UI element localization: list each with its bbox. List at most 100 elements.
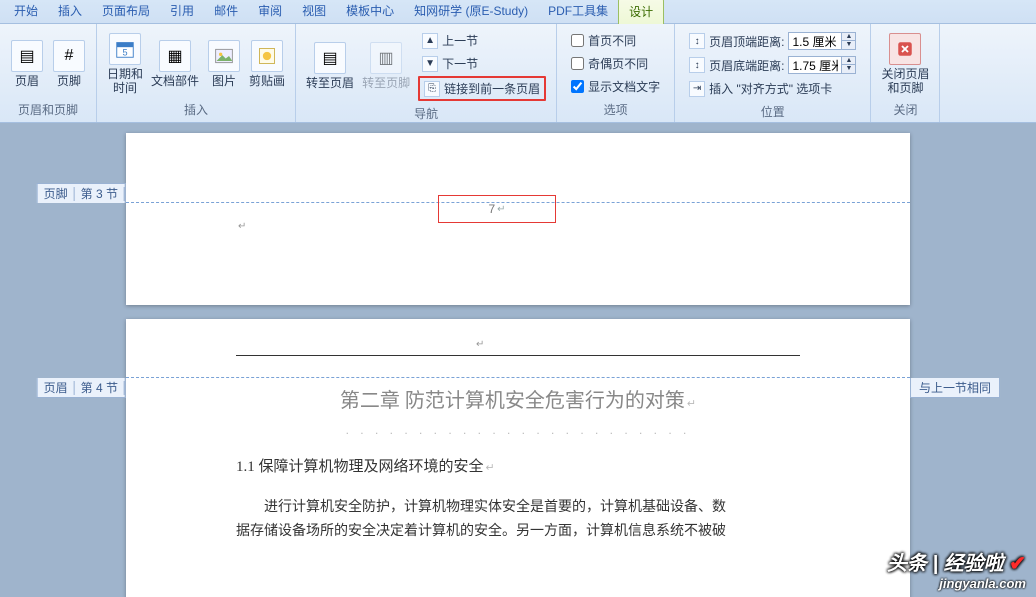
same-as-previous-tag: 与上一节相同: [910, 378, 1000, 398]
document-canvas[interactable]: 页脚 第 3 节 7 ↵ ↵ ↵ 页眉 第 4 节: [0, 123, 1036, 597]
tab-mailings[interactable]: 邮件: [204, 0, 248, 23]
group-options-label: 选项: [557, 99, 674, 122]
subtitle-text: 1.1 保障计算机物理及网络环境的安全: [236, 459, 484, 475]
group-hf-label: 页眉和页脚: [0, 99, 96, 122]
group-close: 关闭页眉 和页脚 关闭: [871, 24, 940, 122]
tab-references[interactable]: 引用: [160, 0, 204, 23]
footer-section-tag: 页脚 第 3 节: [37, 183, 126, 203]
footer-distance-input[interactable]: [789, 58, 841, 72]
odd-even-different-checkbox[interactable]: 奇偶页不同: [567, 53, 664, 74]
tab-review[interactable]: 审阅: [248, 0, 292, 23]
section-subtitle[interactable]: 1.1 保障计算机物理及网络环境的安全↵: [236, 455, 910, 476]
header-button-label: 页眉: [15, 74, 39, 88]
document-page[interactable]: 页脚 第 3 节 7 ↵ ↵: [126, 133, 910, 305]
show-doc-text-checkbox[interactable]: 显示文档文字: [567, 76, 664, 97]
chapter-title-text: 第二章 防范计算机安全危害行为的对策: [340, 390, 685, 412]
close-icon: [889, 33, 921, 65]
paragraph-mark-icon: ↵: [476, 339, 484, 350]
tab-template-center[interactable]: 模板中心: [336, 0, 404, 23]
first-page-different-checkbox[interactable]: 首页不同: [567, 30, 664, 51]
tab-page-layout[interactable]: 页面布局: [92, 0, 160, 23]
picture-label: 图片: [212, 74, 236, 88]
footer-distance-row: ↕ 页眉底端距离: ▲▼: [685, 54, 860, 76]
show-doc-text-label: 显示文档文字: [588, 78, 660, 95]
datetime-button[interactable]: 5 日期和 时间: [103, 29, 147, 99]
chapter-title[interactable]: 第二章 防范计算机安全危害行为的对策↵: [126, 378, 910, 429]
tab-hf-design[interactable]: 设计: [618, 0, 664, 24]
header-icon: ▤: [11, 40, 43, 72]
footer-distance-label: 页眉底端距离:: [709, 57, 784, 74]
tab-home[interactable]: 开始: [4, 0, 48, 23]
header-edit-area[interactable]: ↵: [126, 319, 910, 377]
goto-footer-button: ▥ 转至页脚: [358, 38, 414, 94]
body-paragraph[interactable]: 进行计算机安全防护，计算机物理实体安全是首要的，计算机基础设备、数 据存储设备场…: [236, 496, 800, 544]
docparts-label: 文档部件: [151, 74, 199, 88]
ellipsis-marks: . . . . . . . . . . . . . . . . . . . . …: [126, 423, 910, 437]
same-as-prev-label: 与上一节相同: [919, 379, 991, 396]
next-section-button[interactable]: ▼ 下一节: [418, 53, 546, 74]
link-to-previous-button[interactable]: ⎘ 链接到前一条页眉: [418, 76, 546, 101]
footer-edit-area[interactable]: 7 ↵ ↵: [126, 203, 910, 263]
prev-section-button[interactable]: ▲ 上一节: [418, 30, 546, 51]
goto-footer-label: 转至页脚: [362, 76, 410, 90]
group-close-label: 关闭: [871, 99, 939, 122]
goto-header-button[interactable]: ▤ 转至页眉: [302, 38, 358, 94]
align-tab-icon: ⇥: [689, 81, 705, 97]
svg-text:5: 5: [122, 47, 127, 57]
header-button[interactable]: ▤ 页眉: [6, 36, 48, 92]
tab-pdf-tools[interactable]: PDF工具集: [538, 0, 618, 23]
calendar-icon: 5: [109, 33, 141, 65]
spin-up-icon[interactable]: ▲: [841, 57, 855, 65]
insert-alignment-tab-button[interactable]: ⇥ 插入 "对齐方式" 选项卡: [685, 78, 860, 99]
show-doc-text-input[interactable]: [571, 80, 584, 93]
footer-tag-section-num: 第 3 节: [75, 185, 124, 202]
close-hf-label: 关闭页眉 和页脚: [881, 67, 929, 95]
datetime-label: 日期和 时间: [107, 67, 143, 95]
spin-down-icon[interactable]: ▼: [841, 41, 855, 49]
header-distance-icon: ↕: [689, 33, 705, 49]
first-page-diff-label: 首页不同: [588, 32, 636, 49]
footer-page-number[interactable]: 7: [488, 202, 495, 216]
goto-footer-icon: ▥: [370, 42, 402, 74]
tab-insert[interactable]: 插入: [48, 0, 92, 23]
ribbon: ▤ 页眉 # 页脚 页眉和页脚 5 日期和 时间 ▦ 文档部件: [0, 24, 1036, 123]
header-underline: [236, 355, 800, 356]
group-options: 首页不同 奇偶页不同 显示文档文字 选项: [557, 24, 675, 122]
footer-page-number-highlight: 7 ↵: [438, 195, 556, 223]
link-previous-label: 链接到前一条页眉: [444, 80, 540, 97]
prev-section-label: 上一节: [442, 32, 478, 49]
first-page-diff-input[interactable]: [571, 34, 584, 47]
close-header-footer-button[interactable]: 关闭页眉 和页脚: [877, 29, 933, 99]
picture-button[interactable]: 图片: [203, 36, 245, 92]
spin-up-icon[interactable]: ▲: [841, 33, 855, 41]
tab-view[interactable]: 视图: [292, 0, 336, 23]
page-number-label: 页脚: [57, 74, 81, 88]
next-section-label: 下一节: [442, 55, 478, 72]
group-insert-label: 插入: [97, 99, 295, 122]
document-page[interactable]: ↵ 页眉 第 4 节 与上一节相同 第二章 防范计算机安全危害行为的对策↵ . …: [126, 319, 910, 597]
header-tag-label: 页眉: [38, 379, 74, 396]
footer-distance-icon: ↕: [689, 57, 705, 73]
header-distance-spinner[interactable]: ▲▼: [788, 32, 856, 50]
page-number-button[interactable]: # 页脚: [48, 36, 90, 92]
group-header-footer: ▤ 页眉 # 页脚 页眉和页脚: [0, 24, 97, 122]
tab-cnki-estudy[interactable]: 知网研学 (原E-Study): [404, 0, 538, 23]
header-distance-input[interactable]: [789, 34, 841, 48]
footer-tag-label: 页脚: [38, 185, 74, 202]
group-position-label: 位置: [675, 101, 870, 124]
clipart-button[interactable]: 剪贴画: [245, 36, 289, 92]
goto-header-icon: ▤: [314, 42, 346, 74]
footer-distance-spinner[interactable]: ▲▼: [788, 56, 856, 74]
header-distance-label: 页眉顶端距离:: [709, 33, 784, 50]
group-insert: 5 日期和 时间 ▦ 文档部件 图片 剪贴画 插入: [97, 24, 296, 122]
doc-parts-button[interactable]: ▦ 文档部件: [147, 36, 203, 92]
clipart-icon: [251, 40, 283, 72]
group-navigation: ▤ 转至页眉 ▥ 转至页脚 ▲ 上一节 ▼ 下一节 ⎘ 链接到前一条页眉: [296, 24, 557, 122]
body-line-2: 据存储设备场所的安全决定着计算机的安全。另一方面，计算机信息系统不被破: [236, 524, 726, 539]
clipart-label: 剪贴画: [249, 74, 285, 88]
odd-even-diff-input[interactable]: [571, 57, 584, 70]
spin-down-icon[interactable]: ▼: [841, 65, 855, 73]
picture-icon: [208, 40, 240, 72]
insert-align-tab-label: 插入 "对齐方式" 选项卡: [709, 80, 832, 97]
ribbon-tabstrip: 开始 插入 页面布局 引用 邮件 审阅 视图 模板中心 知网研学 (原E-Stu…: [0, 0, 1036, 24]
